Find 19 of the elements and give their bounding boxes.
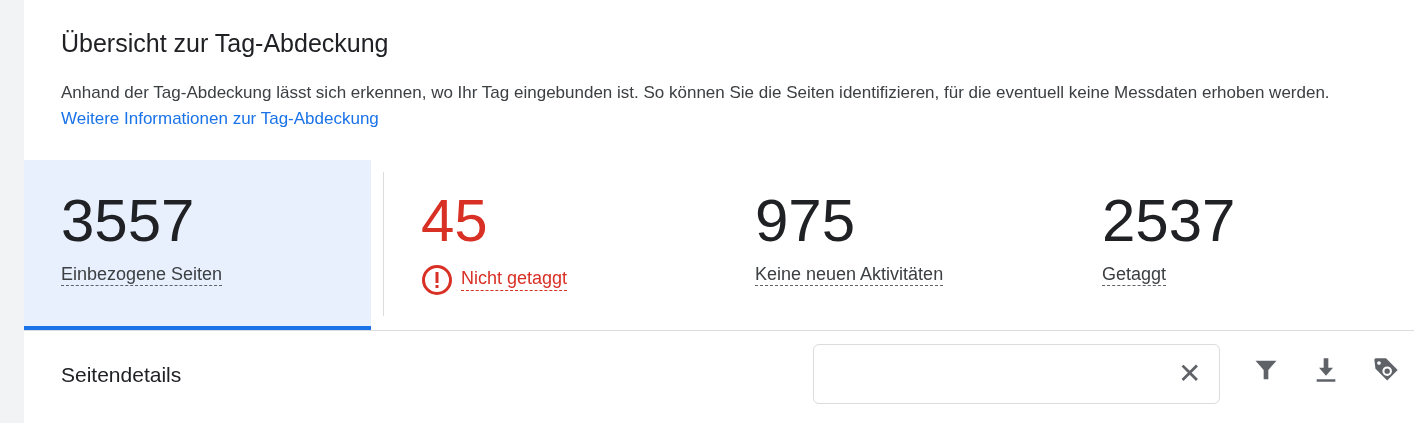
metric-label: Getaggt [1102, 263, 1167, 287]
clear-button[interactable]: ✕ [1178, 359, 1201, 388]
search-field[interactable]: ✕ [813, 343, 1220, 404]
info-link[interactable]: Weitere Informationen zur Tag-Abdeckung [61, 109, 379, 129]
metric-label: Keine neuen Aktivitäten [755, 263, 944, 287]
description: Anhand der Tag-Abdeckung lässt sich erkennen, wo Ihr Tag eingebunden ist. So können Sie die Seiten identifizieren, für die eventuell keine Messdaten erhoben werden. Weitere Informationen zur Tag-Abdeckung [60, 82, 1331, 131]
metric-value: 975 [755, 187, 857, 254]
metric-tab[interactable]: 45 Nicht getaggt [384, 159, 718, 330]
metric-tab[interactable]: 3557 Einbezogene Seiten [24, 159, 371, 330]
card-title: Übersicht zur Tag-Abdeckung [60, 28, 390, 58]
metric-value: 45 [421, 187, 489, 254]
metric-value: 2537 [1102, 187, 1237, 254]
metric-label: Einbezogene Seiten [61, 263, 223, 287]
section-title: Seitendetails [60, 361, 183, 388]
metric-value: 3557 [61, 187, 196, 254]
error-icon [421, 263, 453, 296]
metric-tab[interactable]: 975 Keine neuen Aktivitäten [718, 159, 1065, 330]
metric-tab[interactable]: 2537 Getaggt [1065, 159, 1412, 330]
metric-label: Nicht getaggt [461, 268, 568, 291]
